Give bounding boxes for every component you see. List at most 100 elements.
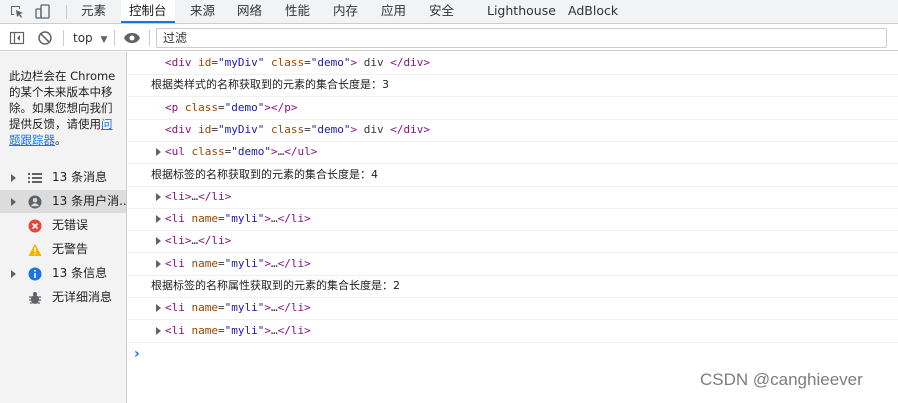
element-markup: <ul class="demo">…</ul> (165, 141, 317, 163)
tab-application[interactable]: 应用 (381, 0, 406, 23)
tag-open: <li (165, 301, 185, 315)
console-log-message: 根据标签的名称属性获取到的元素的集合长度是：2 (128, 275, 898, 298)
tab-elements[interactable]: 元素 (81, 0, 106, 23)
watermark: CSDN @canghieever (700, 370, 863, 389)
attr-eq: = (211, 122, 218, 136)
toolbar-separator (149, 30, 150, 46)
notice-end: 。 (55, 133, 67, 147)
tab-console[interactable]: 控制台 (121, 0, 175, 23)
attr-eq: = (218, 212, 225, 226)
console-log-element[interactable]: <li>…</li> (128, 186, 898, 209)
tab-network[interactable]: 网络 (237, 0, 262, 23)
attr-value: "demo" (224, 100, 265, 114)
tag-open: <div (165, 56, 192, 69)
attr-name: id (198, 56, 212, 69)
attr-name: class (184, 100, 218, 114)
error-icon (28, 219, 42, 233)
tag-open: <p (165, 100, 179, 114)
sidebar-deprecation-notice: 此边栏会在 Chrome 的某个未来版本中移除。如果您想向我们提供反馈，请使用问… (9, 68, 123, 148)
console-log-element: <p class="demo"></p> (128, 97, 898, 120)
context-selector-label: top (73, 31, 93, 45)
attr-name: class (270, 56, 305, 69)
inspect-element-icon[interactable] (9, 4, 25, 20)
attr-name: class (191, 145, 225, 159)
verbose-icon (29, 292, 41, 304)
devtools-tab-bar: 元素 控制台 来源 网络 性能 内存 应用 安全 Lighthouse AdBl… (0, 0, 898, 24)
tag-open: <li (165, 189, 185, 203)
tab-memory[interactable]: 内存 (333, 0, 358, 23)
sidebar-item-label: 无警告 (52, 242, 89, 256)
sidebar-item-warnings[interactable]: 无警告 (0, 238, 126, 261)
attr-name: name (191, 256, 219, 270)
console-log-element[interactable]: <li name="myli">…</li> (128, 297, 898, 321)
console-sidebar: 此边栏会在 Chrome 的某个未来版本中移除。如果您想向我们提供反馈，请使用问… (0, 52, 127, 403)
expand-arrow-icon (11, 270, 16, 278)
expand-triangle-icon[interactable] (156, 148, 161, 157)
sidebar-item-verbose[interactable]: 无详细消息 (0, 286, 126, 309)
expand-arrow-icon (11, 174, 16, 182)
filter-input[interactable]: 过滤 (156, 28, 887, 48)
console-log-message: 根据标签的名称获取到的元素的集合长度是：4 (128, 164, 898, 187)
sidebar-item-messages[interactable]: 13 条消息 (0, 166, 126, 189)
element-text: … (271, 301, 278, 315)
sidebar-item-info[interactable]: 13 条信息 (0, 262, 126, 285)
tag-close: </div> (390, 56, 430, 69)
console-log-element[interactable]: <li name="myli">…</li> (128, 208, 898, 232)
attr-name: name (191, 301, 219, 315)
element-text: div (357, 56, 391, 69)
tag-open-end: > (264, 212, 271, 226)
tag-open: <li (165, 212, 185, 226)
sidebar-item-errors[interactable]: 无错误 (0, 214, 126, 237)
console-log-element[interactable]: <li>…</li> (128, 230, 898, 254)
tag-close: </li> (277, 323, 311, 337)
console-log-element[interactable]: <li name="myli">…</li> (128, 320, 898, 343)
tag-open: <ul (165, 145, 185, 159)
sidebar-item-label: 无错误 (52, 218, 89, 232)
toolbar-separator (63, 30, 64, 46)
sidebar-item-user-messages[interactable]: 13 条用户消... (0, 190, 126, 213)
sidebar-toggle-icon[interactable] (9, 30, 25, 46)
device-toolbar-icon[interactable] (35, 4, 51, 20)
sidebar-item-label: 13 条消息 (52, 170, 108, 184)
tag-close: </div> (390, 122, 430, 136)
tab-sources[interactable]: 来源 (190, 0, 215, 23)
tag-open-end: > (264, 323, 271, 337)
attr-value: "myDiv" (218, 56, 265, 69)
expand-triangle-icon[interactable] (156, 215, 161, 224)
console-prompt[interactable]: › (134, 346, 140, 362)
live-expression-eye-icon[interactable] (123, 30, 141, 46)
attr-eq: = (211, 56, 218, 69)
expand-triangle-icon[interactable] (156, 304, 161, 313)
expand-triangle-icon[interactable] (156, 326, 161, 335)
attr-value: "myli" (224, 301, 265, 315)
tab-adblock[interactable]: AdBlock (568, 0, 618, 23)
attr-eq: = (304, 122, 311, 136)
element-text: … (271, 323, 278, 337)
context-selector[interactable]: top ▼ (73, 29, 107, 47)
tab-lighthouse[interactable]: Lighthouse (487, 0, 556, 23)
tab-security[interactable]: 安全 (429, 0, 454, 23)
expand-triangle-icon[interactable] (156, 259, 161, 268)
console-output: <div id="myDiv" class="demo"> div </div>… (128, 52, 898, 403)
console-log-element[interactable]: <li name="myli">…</li> (128, 253, 898, 276)
tag-open: <li (165, 256, 185, 270)
tag-open-end: > (184, 234, 192, 248)
notice-text: 此边栏会在 Chrome 的某个未来版本中移除。如果您想向我们提供反馈，请使用 (9, 69, 116, 131)
clear-console-icon[interactable] (37, 30, 53, 46)
tag-open-end: > (264, 301, 271, 315)
expand-triangle-icon[interactable] (156, 237, 161, 246)
expand-triangle-icon[interactable] (156, 192, 161, 201)
tab-performance[interactable]: 性能 (285, 0, 310, 23)
toolbar-separator (114, 30, 115, 46)
element-text: div (357, 122, 391, 136)
attr-eq: = (218, 301, 225, 315)
info-icon (28, 267, 42, 281)
console-log-element[interactable]: <ul class="demo">…</ul> (128, 141, 898, 165)
toolbar-separator (66, 5, 67, 19)
element-text: … (271, 256, 278, 270)
tag-close: </li> (277, 301, 311, 315)
